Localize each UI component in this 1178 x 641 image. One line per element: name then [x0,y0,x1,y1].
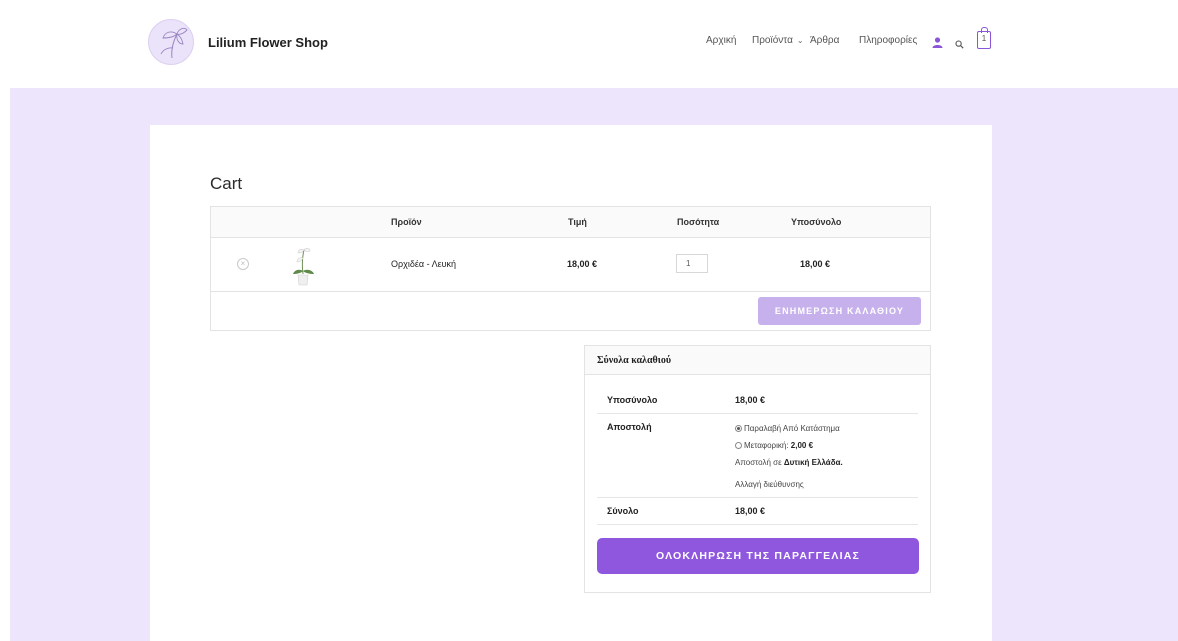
divider [597,497,918,498]
product-subtotal: 18,00 € [800,259,831,269]
radio-checked-icon[interactable] [735,425,742,432]
divider [597,524,918,525]
proceed-to-checkout-button[interactable]: ΟΛΟΚΛΗΡΩΣΗ ΤΗΣ ΠΑΡΑΓΓΕΛΙΑΣ [597,538,919,574]
nav-item-home[interactable]: Αρχική [706,35,736,46]
chevron-down-icon: ⌄ [796,36,804,45]
product-price: 18,00 € [567,259,598,269]
cart-table: Προϊόν Τιμή Ποσότητα Υποσύνολο × Ορχιδέα… [210,206,931,331]
shipping-option-pickup[interactable]: Παραλαβή Από Κατάστημα [735,424,840,433]
user-account-icon[interactable] [932,35,943,53]
brand-name[interactable]: Lilium Flower Shop [208,35,328,50]
nav-item-articles[interactable]: Άρθρα [810,35,839,46]
cart-totals-title: Σύνολα καλαθιού [597,355,672,366]
update-cart-button[interactable]: ΕΝΗΜΕΡΩΣΗ ΚΑΛΑΘΙΟΥ [758,297,921,325]
nav-item-products[interactable]: Προϊόντα ⌄ [752,35,804,46]
search-icon[interactable] [955,36,964,54]
shipping-option-courier[interactable]: Μεταφορική: 2,00 € [735,441,813,450]
table-row: × Ορχιδέα - Λευκή 18,00 € 1 18,00 € [211,238,930,292]
shipping-note-prefix: Αποστολή σε [735,458,782,467]
product-thumbnail[interactable] [289,244,317,286]
total-value: 18,00 € [735,506,766,516]
shipping-note-region: Δυτική Ελλάδα. [783,458,843,467]
total-label: Σύνολο [607,506,639,516]
shipping-option-courier-price: 2,00 € [790,441,814,450]
quantity-input[interactable]: 1 [676,254,708,273]
divider [597,413,918,414]
site-header: Lilium Flower Shop Αρχική Προϊόντα ⌄ Άρθρ… [0,0,1178,88]
lily-logo[interactable] [148,19,194,65]
shipping-label: Αποστολή [607,422,652,432]
nav-item-products-label: Προϊόντα [752,35,793,46]
remove-item-icon[interactable]: × [237,258,249,270]
shipping-option-courier-label: Μεταφορική: [744,441,789,450]
column-header-quantity: Ποσότητα [677,217,720,227]
column-header-product: Προϊόν [391,217,422,227]
cart-bag-icon[interactable]: 1 [977,27,991,49]
shipping-destination-note: Αποστολή σε Δυτική Ελλάδα. [735,458,843,467]
subtotal-value: 18,00 € [735,395,766,405]
cart-totals-box: Σύνολα καλαθιού Υποσύνολο 18,00 € Αποστο… [584,345,931,593]
change-address-link[interactable]: Αλλαγή διεύθυνσης [735,480,804,489]
shipping-option-pickup-label: Παραλαβή Από Κατάστημα [744,424,840,433]
page-title: Cart [210,174,243,193]
column-header-price: Τιμή [568,217,587,227]
cart-totals-header: Σύνολα καλαθιού [585,346,930,375]
column-header-subtotal: Υποσύνολο [791,217,842,227]
cart-count-badge: 1 [981,34,987,43]
subtotal-label: Υποσύνολο [607,395,658,405]
radio-unchecked-icon[interactable] [735,442,742,449]
cart-table-header: Προϊόν Τιμή Ποσότητα Υποσύνολο [211,207,930,238]
nav-item-info[interactable]: Πληροφορίες [859,35,917,46]
product-name-link[interactable]: Ορχιδέα - Λευκή [391,259,456,269]
